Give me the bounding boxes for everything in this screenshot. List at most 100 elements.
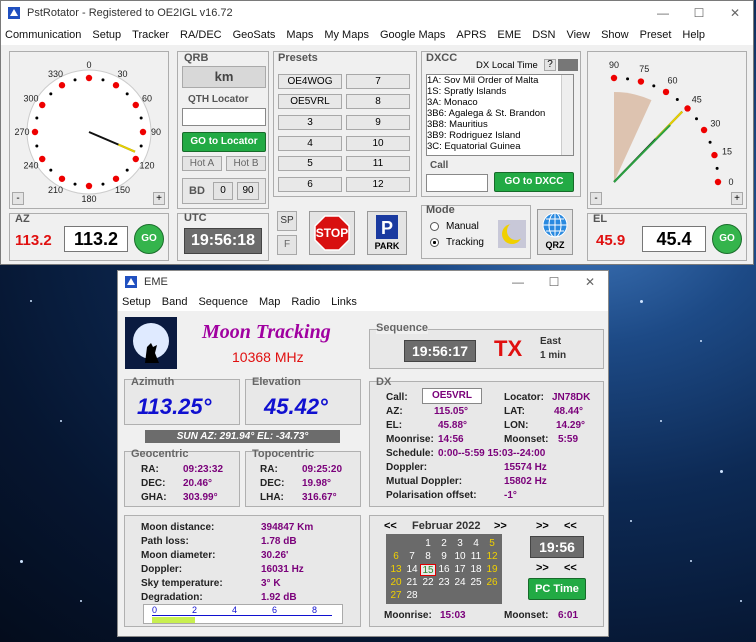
dxcc-scrollbar[interactable]	[561, 75, 573, 155]
preset-button[interactable]: OE5VRL	[278, 94, 342, 109]
calendar-day[interactable]: 18	[468, 564, 484, 576]
calendar-day[interactable]: 8	[420, 551, 436, 563]
menu-geosats[interactable]: GeoSats	[233, 29, 276, 41]
calendar-day[interactable]: 15	[420, 564, 436, 576]
eme-menu-links[interactable]: Links	[331, 296, 357, 308]
calendar-day[interactable]: 12	[484, 551, 500, 563]
el-plus-button[interactable]: +	[731, 192, 743, 205]
calendar-day[interactable]: 28	[404, 590, 420, 602]
preset-button[interactable]: 9	[346, 115, 410, 130]
dxcc-item[interactable]: 3A: Monaco	[427, 97, 573, 108]
qth-locator-input[interactable]	[182, 108, 266, 126]
preset-button[interactable]: 10	[346, 136, 410, 151]
calendar-day[interactable]: 23	[436, 577, 452, 589]
stop-button[interactable]: STOP	[309, 211, 355, 255]
calendar-day[interactable]: 24	[452, 577, 468, 589]
hot-b-button[interactable]: Hot B	[226, 156, 266, 171]
eme-menu-sequence[interactable]: Sequence	[198, 296, 248, 308]
calendar-day[interactable]: 5	[484, 538, 500, 550]
calendar-day[interactable]: 4	[468, 538, 484, 550]
calendar-day[interactable]: 17	[452, 564, 468, 576]
tracking-radio[interactable]	[430, 238, 439, 247]
calendar-day[interactable]: 14	[404, 564, 420, 576]
bd-90-button[interactable]: 90	[237, 182, 259, 200]
dxcc-item[interactable]: 3B9: Rodriguez Island	[427, 130, 573, 141]
sp-button[interactable]: SP	[277, 211, 297, 231]
dxcc-item[interactable]: 1S: Spratly Islands	[427, 86, 573, 97]
menu-radec[interactable]: RA/DEC	[180, 29, 222, 41]
preset-button[interactable]: 6	[278, 177, 342, 192]
calendar-day[interactable]: 20	[388, 577, 404, 589]
calendar-day[interactable]: 7	[404, 551, 420, 563]
close-icon[interactable]: ✕	[717, 1, 753, 25]
minimize-icon[interactable]: —	[645, 1, 681, 25]
menu-tracker[interactable]: Tracker	[132, 29, 169, 41]
f-button[interactable]: F	[277, 235, 297, 255]
menu-maps[interactable]: Maps	[286, 29, 313, 41]
preset-button[interactable]: 12	[346, 177, 410, 192]
menu-google-maps[interactable]: Google Maps	[380, 29, 445, 41]
minimize-icon[interactable]: —	[500, 271, 536, 293]
bd-0-button[interactable]: 0	[213, 182, 233, 200]
menu-eme[interactable]: EME	[497, 29, 521, 41]
calendar-day[interactable]: 2	[436, 538, 452, 550]
el-target-input[interactable]: 45.4	[642, 226, 706, 252]
time-back-button[interactable]: <<	[564, 520, 577, 532]
calendar-day[interactable]: 10	[452, 551, 468, 563]
dx-help-button[interactable]: ?	[544, 59, 556, 71]
preset-button[interactable]: 3	[278, 115, 342, 130]
calendar-day[interactable]: 25	[468, 577, 484, 589]
menu-setup[interactable]: Setup	[92, 29, 121, 41]
calendar-next-button[interactable]: >>	[494, 520, 507, 532]
az-go-button[interactable]: GO	[134, 224, 164, 254]
dxcc-item[interactable]: 3C: Equatorial Guinea	[427, 141, 573, 152]
el-gauge[interactable]: 90 75 60 45 30 15 0	[588, 52, 746, 208]
calendar-day[interactable]: 27	[388, 590, 404, 602]
dxcc-call-input[interactable]	[426, 174, 488, 192]
menu-aprs[interactable]: APRS	[456, 29, 486, 41]
dx-call-input[interactable]: OE5VRL	[422, 388, 482, 404]
preset-button[interactable]: 11	[346, 156, 410, 171]
go-to-locator-button[interactable]: GO to Locator	[182, 132, 266, 152]
calendar-day[interactable]: 22	[420, 577, 436, 589]
calendar-prev-button[interactable]: <<	[384, 520, 397, 532]
menu-view[interactable]: View	[566, 29, 590, 41]
az-compass[interactable]: 0 30 60 90 120 150 180 210 240 270 300 330	[10, 52, 168, 208]
preset-button[interactable]: 5	[278, 156, 342, 171]
calendar-day[interactable]: 21	[404, 577, 420, 589]
eme-menu-map[interactable]: Map	[259, 296, 280, 308]
preset-button[interactable]: 8	[346, 94, 410, 109]
manual-radio[interactable]	[430, 222, 439, 231]
az-minus-button[interactable]: -	[12, 192, 24, 205]
dxcc-item[interactable]: 3B8: Mauritius	[427, 119, 573, 130]
close-icon[interactable]: ✕	[572, 271, 608, 293]
eme-menu-band[interactable]: Band	[162, 296, 188, 308]
preset-button[interactable]: OE4WOG	[278, 74, 342, 89]
calendar-day[interactable]: 19	[484, 564, 500, 576]
time-next-button[interactable]: >>	[536, 562, 549, 574]
dxcc-item[interactable]: 3B6: Agalega & St. Brandon	[427, 108, 573, 119]
calendar-day[interactable]: 9	[436, 551, 452, 563]
calendar-day[interactable]: 11	[468, 551, 484, 563]
moon-icon[interactable]	[498, 220, 526, 248]
el-minus-button[interactable]: -	[590, 192, 602, 205]
az-target-input[interactable]: 113.2	[64, 226, 128, 252]
eme-menu-radio[interactable]: Radio	[291, 296, 320, 308]
hot-a-button[interactable]: Hot A	[182, 156, 222, 171]
calendar-day[interactable]: 6	[388, 551, 404, 563]
preset-button[interactable]: 7	[346, 74, 410, 89]
dxcc-item[interactable]: 1A: Sov Mil Order of Malta	[427, 75, 573, 86]
eme-menu-setup[interactable]: Setup	[122, 296, 151, 308]
calendar-day[interactable]: 26	[484, 577, 500, 589]
go-to-dxcc-button[interactable]: GO to DXCC	[494, 172, 574, 192]
menu-preset[interactable]: Preset	[640, 29, 672, 41]
calendar-day[interactable]: 3	[452, 538, 468, 550]
calendar-day[interactable]: 13	[388, 564, 404, 576]
calendar-day[interactable]: 1	[420, 538, 436, 550]
menu-my-maps[interactable]: My Maps	[324, 29, 369, 41]
maximize-icon[interactable]: ☐	[681, 1, 717, 25]
time-forward-button[interactable]: >>	[536, 520, 549, 532]
menu-help[interactable]: Help	[682, 29, 705, 41]
maximize-icon[interactable]: ☐	[536, 271, 572, 293]
dxcc-list[interactable]: 1A: Sov Mil Order of Malta 1S: Spratly I…	[426, 74, 574, 156]
